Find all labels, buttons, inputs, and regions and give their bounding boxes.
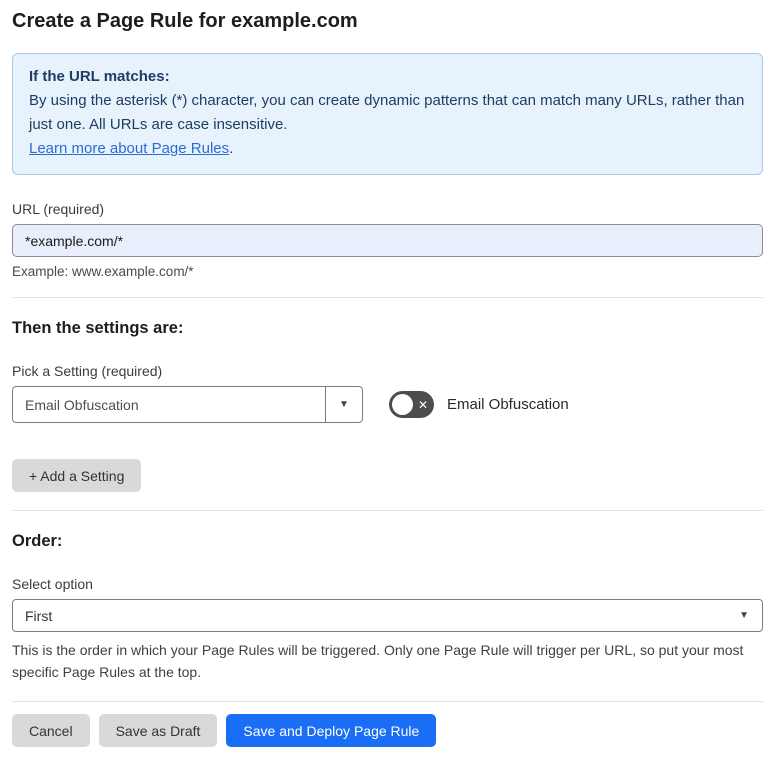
chevron-down-icon: ▼ xyxy=(339,398,349,410)
divider-after-settings xyxy=(12,510,763,511)
email-obfuscation-toggle[interactable]: ✕ xyxy=(389,391,434,418)
url-input[interactable] xyxy=(12,224,763,257)
chevron-down-icon: ▼ xyxy=(739,609,749,621)
url-match-info-box: If the URL matches: By using the asteris… xyxy=(12,53,763,175)
divider-after-order xyxy=(12,701,763,702)
url-field-label: URL (required) xyxy=(12,201,105,217)
info-box-heading: If the URL matches: xyxy=(29,68,170,85)
cancel-button[interactable]: Cancel xyxy=(12,714,90,747)
toggle-off-x-icon: ✕ xyxy=(417,397,428,412)
order-select-label: Select option xyxy=(12,576,93,592)
learn-more-link[interactable]: Learn more about Page Rules xyxy=(29,140,229,157)
save-draft-button[interactable]: Save as Draft xyxy=(98,714,218,747)
setting-select-caret-button[interactable]: ▼ xyxy=(325,387,362,422)
create-page-rule-form: Create a Page Rule for example.com If th… xyxy=(0,0,775,763)
save-deploy-button[interactable]: Save and Deploy Page Rule xyxy=(226,714,437,747)
order-select-value: First xyxy=(25,607,53,624)
setting-row: Email Obfuscation ▼ ✕ Email Obfuscation xyxy=(12,386,763,423)
url-example-helper: Example: www.example.com/* xyxy=(12,264,194,279)
info-box-body: By using the asterisk (*) character, you… xyxy=(29,92,745,133)
add-setting-button[interactable]: + Add a Setting xyxy=(12,459,142,492)
setting-picker-label: Pick a Setting (required) xyxy=(12,363,163,379)
email-obfuscation-toggle-label: Email Obfuscation xyxy=(447,396,569,413)
setting-select-value: Email Obfuscation xyxy=(25,396,139,413)
page-title: Create a Page Rule for example.com xyxy=(12,10,358,32)
info-box-link-row: Learn more about Page Rules. xyxy=(29,137,746,161)
setting-select[interactable]: Email Obfuscation ▼ xyxy=(12,386,363,423)
settings-section-heading: Then the settings are: xyxy=(12,319,184,337)
order-select[interactable]: First ▼ xyxy=(12,599,763,632)
order-section-heading: Order: xyxy=(12,532,63,550)
url-field: URL (required) Example: www.example.com/… xyxy=(12,201,763,279)
divider-after-url xyxy=(12,297,763,298)
toggle-knob xyxy=(392,394,413,415)
email-obfuscation-toggle-group: ✕ Email Obfuscation xyxy=(389,391,569,418)
learn-more-link-suffix: . xyxy=(229,140,234,157)
footer-actions: Cancel Save as Draft Save and Deploy Pag… xyxy=(12,714,763,747)
order-helper-text: This is the order in which your Page Rul… xyxy=(12,642,744,680)
